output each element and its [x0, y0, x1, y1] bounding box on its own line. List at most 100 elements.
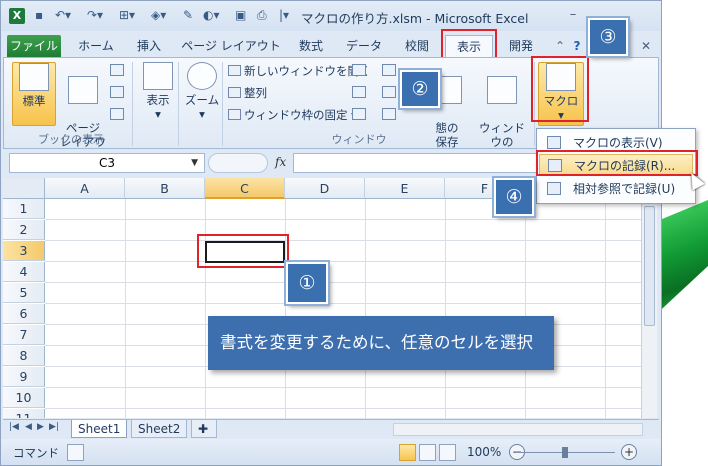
redo-icon[interactable]: ↷▾ — [87, 8, 103, 24]
ribbon-collapse-icon[interactable]: ⌃ — [553, 35, 567, 57]
menu-item-label: マクロの表示(V) — [573, 136, 663, 150]
normal-view-button[interactable]: 標準 — [12, 62, 56, 126]
last-sheet-icon[interactable]: ▶| — [49, 422, 59, 432]
select-all-corner[interactable] — [3, 178, 45, 199]
row-header[interactable]: 9 — [3, 367, 45, 387]
grid-line — [45, 240, 645, 241]
borders-icon[interactable]: ⊞▾ — [119, 8, 135, 24]
split-icon[interactable] — [352, 64, 366, 76]
row-header[interactable]: 10 — [3, 388, 45, 408]
sheet-tab-sheet2[interactable]: Sheet2 — [131, 420, 188, 438]
show-button[interactable]: 表示 ▾ — [136, 62, 180, 126]
hide-icon[interactable] — [352, 86, 366, 98]
page-break-preview-icon[interactable] — [110, 64, 124, 76]
tab-page-layout[interactable]: ページ レイアウト — [177, 35, 285, 57]
insert-function-icon[interactable]: fx — [275, 155, 286, 169]
recent-icon[interactable]: ◐▾ — [203, 8, 220, 24]
scrollbar-thumb[interactable] — [644, 206, 655, 326]
record-macro-highlight — [536, 150, 698, 176]
status-bar: コマンド 100% − + — [1, 439, 661, 465]
arrange-icon — [228, 87, 241, 98]
excel-app-icon[interactable]: X — [9, 8, 25, 24]
page-layout-view-button[interactable]: ページ レイアウト — [58, 62, 108, 163]
zoom-button[interactable]: ズーム ▾ — [180, 62, 224, 126]
arrange-all-button[interactable]: 整列 — [228, 84, 267, 102]
row-header[interactable]: 5 — [3, 283, 45, 303]
chevron-down-icon[interactable]: ▼ — [191, 154, 198, 172]
page-layout-icon — [68, 76, 98, 104]
page-break-status-icon[interactable] — [439, 444, 456, 461]
macro-record-status-icon[interactable] — [67, 444, 84, 461]
relative-reference-icon — [547, 182, 561, 195]
print-icon[interactable]: ⎙ — [257, 8, 267, 24]
customize-qat-icon[interactable]: |▾ — [279, 8, 289, 24]
page-layout-status-icon[interactable] — [419, 444, 436, 461]
close-workbook-icon[interactable]: ✕ — [639, 35, 653, 57]
row-header[interactable]: 11 — [3, 409, 45, 418]
fill-color-icon[interactable]: ◈▾ — [151, 8, 166, 24]
excel-window: X ▪ ↶▾ ↷▾ ⊞▾ ◈▾ ✎ ◐▾ ▣ ⎙ |▾ マクロの作り方.xlsm… — [0, 0, 662, 466]
horizontal-scrollbar[interactable] — [393, 423, 643, 436]
zoom-in-icon[interactable]: + — [621, 444, 637, 460]
row-header[interactable]: 1 — [3, 199, 45, 219]
group-separator — [132, 62, 133, 146]
full-screen-icon[interactable] — [110, 108, 124, 120]
undo-icon[interactable]: ↶▾ — [55, 8, 71, 24]
switch-windows-icon — [487, 76, 517, 104]
row-header[interactable]: 7 — [3, 325, 45, 345]
tab-insert[interactable]: 挿入 — [127, 35, 171, 57]
sync-scroll-icon[interactable] — [382, 86, 396, 98]
row-header[interactable]: 8 — [3, 346, 45, 366]
view-side-by-side-icon[interactable] — [382, 64, 396, 76]
prev-sheet-icon[interactable]: ◀ — [25, 422, 32, 432]
zoom-slider-knob[interactable] — [562, 447, 568, 458]
selected-cell-highlight — [197, 234, 289, 268]
worksheet-grid[interactable]: A B C D E F 1 2 3 4 5 6 7 8 9 10 11 — [3, 178, 657, 418]
tab-home[interactable]: ホーム — [71, 35, 121, 57]
formula-bar-buttons[interactable] — [208, 153, 268, 173]
tab-data[interactable]: データ — [339, 35, 389, 57]
freeze-label: ウィンドウ枠の固定 — [244, 108, 348, 122]
row-header[interactable]: 6 — [3, 304, 45, 324]
column-header[interactable]: A — [45, 178, 125, 199]
normal-view-status-icon[interactable] — [399, 444, 416, 461]
switch-windows-button[interactable]: ウィンドウの 切り替え ▾ — [474, 62, 530, 163]
first-sheet-icon[interactable]: |◀ — [9, 422, 19, 432]
save-icon[interactable]: ▪ — [35, 8, 43, 24]
column-header[interactable]: C — [205, 178, 285, 199]
minimize-icon[interactable]: – — [563, 7, 583, 23]
grid-line — [125, 199, 126, 418]
row-header[interactable]: 3 — [3, 241, 45, 261]
row-header[interactable]: 2 — [3, 220, 45, 240]
tab-formulas[interactable]: 数式 — [289, 35, 333, 57]
insert-sheet-icon[interactable]: ✚ — [191, 420, 217, 438]
sheet-tab-sheet1[interactable]: Sheet1 — [71, 420, 128, 438]
column-header[interactable]: B — [125, 178, 205, 199]
name-box[interactable]: C3 ▼ — [9, 153, 205, 173]
grid-line — [205, 199, 206, 418]
format-painter-icon[interactable]: ✎ — [183, 8, 193, 24]
instruction-message: 書式を変更するために、任意のセルを選択 — [208, 316, 554, 370]
next-sheet-icon[interactable]: ▶ — [37, 422, 44, 432]
tab-review[interactable]: 校閲 — [395, 35, 439, 57]
callout-four: ④ — [494, 178, 534, 216]
help-icon[interactable]: ? — [569, 35, 585, 57]
column-header[interactable]: D — [285, 178, 365, 199]
row-header[interactable]: 4 — [3, 262, 45, 282]
reset-position-icon[interactable] — [382, 108, 396, 120]
vertical-scrollbar[interactable] — [641, 178, 657, 418]
normal-view-label: 標準 — [22, 94, 46, 108]
column-header[interactable]: E — [365, 178, 445, 199]
new-window-button[interactable]: 新しいウィンドウを開く — [228, 62, 371, 80]
tab-file[interactable]: ファイル — [7, 35, 61, 57]
tab-developer[interactable]: 開発 — [499, 35, 543, 57]
unhide-icon[interactable] — [352, 108, 366, 120]
chevron-down-icon: ▾ — [155, 107, 161, 121]
name-box-value: C3 — [98, 156, 115, 170]
grid-line — [45, 408, 645, 409]
zoom-level[interactable]: 100% — [467, 445, 501, 459]
print-preview-icon[interactable]: ▣ — [235, 8, 246, 24]
freeze-panes-button[interactable]: ウィンドウ枠の固定 ▾ — [228, 106, 357, 124]
menu-item-relative-reference[interactable]: 相対参照で記録(U) — [539, 178, 693, 200]
custom-views-icon[interactable] — [110, 86, 124, 98]
